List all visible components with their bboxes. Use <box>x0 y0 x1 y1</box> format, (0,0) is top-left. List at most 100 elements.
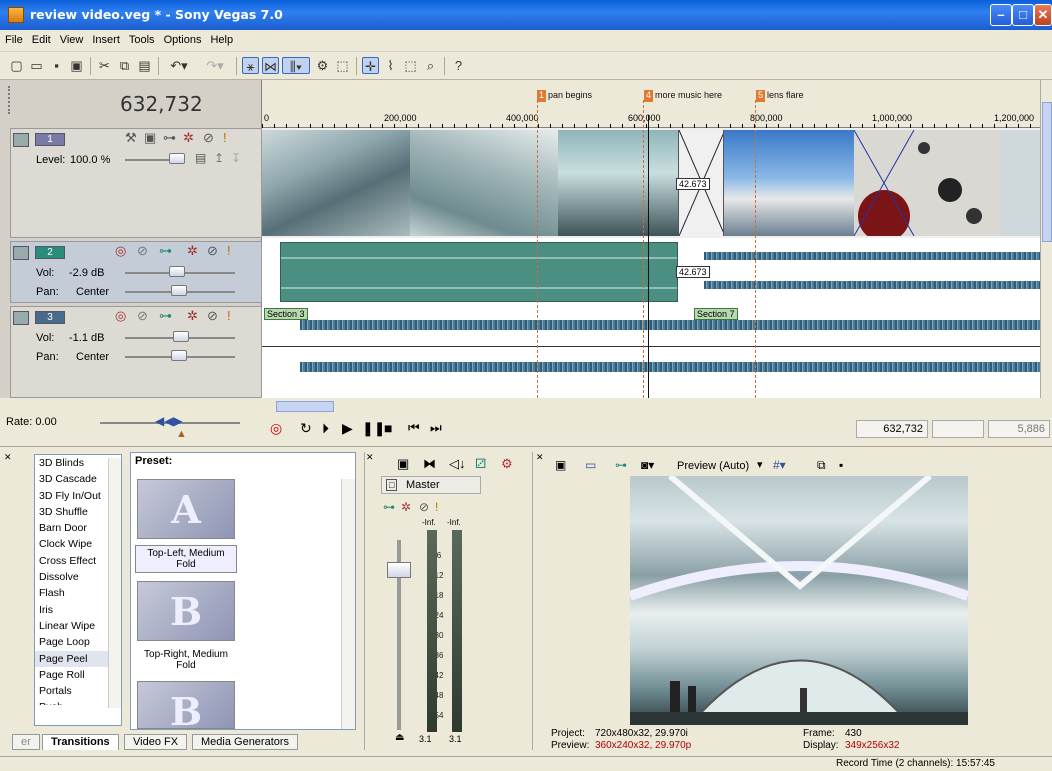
normal-edit-tool-icon[interactable]: ✛ <box>362 57 379 74</box>
insert-fx-icon[interactable]: ⧓ <box>423 456 436 472</box>
preset-scrollbar[interactable] <box>341 479 355 729</box>
help-icon[interactable]: ? <box>450 57 467 74</box>
auto-crossfade-icon[interactable]: ⋈ <box>262 57 279 74</box>
preset-label[interactable]: Top-Right, Medium Fold <box>135 649 237 671</box>
copy-snapshot-icon[interactable]: ⧉ <box>817 458 826 473</box>
master-fader-thumb[interactable] <box>387 562 411 578</box>
timeline-vertical-scrollbar[interactable] <box>1040 80 1052 398</box>
child-icon[interactable]: ↧ <box>231 151 241 165</box>
mute-icon[interactable]: ⊘ <box>207 243 218 259</box>
redo-icon[interactable]: ↷▾ <box>200 57 230 74</box>
menu-file[interactable]: File <box>0 30 27 46</box>
go-to-end-icon[interactable]: ⏭ <box>430 420 442 436</box>
arm-record-icon[interactable]: ◎ <box>115 308 126 324</box>
properties-icon[interactable]: ▣ <box>68 57 85 74</box>
preset-label[interactable]: Top-Left, Medium Fold <box>135 545 237 573</box>
video-track-header[interactable]: 1 ⚒ ▣ ⊶ ✲ ⊘ ! Level: 100.0 % ▤ ↥ ↧ <box>10 128 262 238</box>
open-icon[interactable]: ▭ <box>28 57 45 74</box>
pan-thumb[interactable] <box>171 285 187 296</box>
ripple-edit-icon[interactable]: ⫼▾ <box>282 57 310 74</box>
drag-handle[interactable] <box>8 86 12 114</box>
video-clip[interactable] <box>558 130 678 236</box>
mute-icon[interactable]: ⊘ <box>419 500 429 514</box>
level-thumb[interactable] <box>169 153 185 164</box>
chevron-down-icon[interactable]: ▾ <box>757 458 763 471</box>
scroll-thumb[interactable] <box>276 401 334 412</box>
motion-icon[interactable]: ⊶ <box>163 130 176 146</box>
tab-media-generators[interactable]: Media Generators <box>192 734 299 750</box>
vol-thumb[interactable] <box>173 331 189 342</box>
audio-clip-selected[interactable] <box>280 242 678 302</box>
rate-thumb-icon[interactable]: ◀◀▶ <box>155 414 183 428</box>
loop-icon[interactable]: ↻ <box>300 420 312 437</box>
marker-5[interactable]: 5 lens flare <box>756 90 804 102</box>
menu-edit[interactable]: Edit <box>27 30 55 46</box>
minimize-button[interactable]: – <box>990 4 1012 26</box>
record-icon[interactable]: ◎ <box>270 420 282 437</box>
preview-properties-icon[interactable]: ▣ <box>555 458 566 472</box>
tab-explorer[interactable]: er <box>12 734 40 750</box>
video-clip[interactable] <box>410 130 558 236</box>
close-button[interactable]: ✕ <box>1034 4 1052 26</box>
scroll-thumb[interactable] <box>1042 102 1052 242</box>
track-expand-icon[interactable] <box>13 133 29 147</box>
pan-thumb[interactable] <box>171 350 187 361</box>
tab-video-fx[interactable]: Video FX <box>124 734 188 750</box>
pan-crop-icon[interactable]: ▣ <box>144 130 156 146</box>
envelope-tool-icon[interactable]: ⌇ <box>382 57 399 74</box>
marker-1[interactable]: 1 pan begins <box>537 90 592 102</box>
fx-routing-icon[interactable]: ⊶ <box>159 308 172 324</box>
save-snapshot-icon[interactable]: ▪ <box>839 458 843 472</box>
fx-icon[interactable]: ⚒ <box>125 130 137 146</box>
invert-phase-icon[interactable]: ⊘ <box>137 308 148 324</box>
audio-track-2-header[interactable]: 2 ◎ ⊘ ⊶ ✲ ⊘ ! Vol: -2.9 dB Pan: Center <box>10 241 262 303</box>
video-clip[interactable] <box>854 130 1000 236</box>
preset-thumbnail[interactable]: A <box>137 479 235 539</box>
menu-view[interactable]: View <box>55 30 88 46</box>
video-clip[interactable] <box>724 130 854 236</box>
snapping-icon[interactable]: ⚹ <box>242 57 259 74</box>
undo-icon[interactable]: ↶▾ <box>164 57 194 74</box>
zoom-tool-icon[interactable]: ⌕ <box>422 57 439 74</box>
go-to-start-icon[interactable]: ⏮ <box>408 420 420 436</box>
menu-tools[interactable]: Tools <box>124 30 159 46</box>
selection-length-field[interactable]: 5,886 <box>988 420 1050 438</box>
save-icon[interactable]: ▪ <box>48 57 65 74</box>
stop-icon[interactable]: ■ <box>384 420 392 436</box>
track-expand-icon[interactable] <box>13 246 29 260</box>
close-icon[interactable]: ✕ <box>4 452 14 464</box>
pause-icon[interactable]: ❚❚ <box>362 420 385 437</box>
arm-record-icon[interactable]: ◎ <box>115 243 126 259</box>
playback-cursor[interactable] <box>648 115 649 398</box>
mute-icon[interactable]: ⊘ <box>207 308 218 324</box>
fx-routing-icon[interactable]: ⊶ <box>383 500 395 514</box>
selection-tool-icon[interactable]: ⬚ <box>402 57 419 74</box>
lock-icon[interactable]: ⏏ <box>395 732 404 743</box>
gear-icon[interactable]: ✲ <box>187 308 198 324</box>
external-monitor-icon[interactable]: ▭ <box>585 458 596 472</box>
overlays-icon[interactable]: #▾ <box>773 458 786 472</box>
menu-help[interactable]: Help <box>205 30 237 46</box>
section-region-label[interactable]: Section 7 <box>694 308 738 320</box>
solo-icon[interactable]: ! <box>435 500 438 514</box>
split-screen-icon[interactable]: ◙▾ <box>641 458 654 472</box>
gear-icon[interactable]: ✲ <box>401 500 411 514</box>
video-preview-frame[interactable] <box>630 476 968 725</box>
video-clip[interactable] <box>1000 130 1040 236</box>
solo-icon[interactable]: ! <box>223 130 227 145</box>
section-region-label[interactable]: Section 3 <box>264 308 308 320</box>
play-icon[interactable]: ▶ <box>342 420 353 437</box>
list-scrollbar[interactable] <box>108 458 121 708</box>
fx-routing-icon[interactable]: ⊶ <box>159 243 172 259</box>
downmix-icon[interactable]: ◁↓ <box>449 456 466 472</box>
gear-icon[interactable]: ✲ <box>183 130 194 146</box>
gear-icon[interactable]: ✲ <box>187 243 198 259</box>
close-icon[interactable]: ✕ <box>536 452 546 464</box>
vol-thumb[interactable] <box>169 266 185 277</box>
compositing-icon[interactable]: ▤ <box>195 151 206 165</box>
video-clip[interactable] <box>262 130 410 236</box>
track-expand-icon[interactable] <box>13 311 29 325</box>
maximize-button[interactable]: □ <box>1012 4 1034 26</box>
paste-icon[interactable]: ▤ <box>136 57 153 74</box>
marker-4[interactable]: 4 more music here <box>644 90 722 102</box>
